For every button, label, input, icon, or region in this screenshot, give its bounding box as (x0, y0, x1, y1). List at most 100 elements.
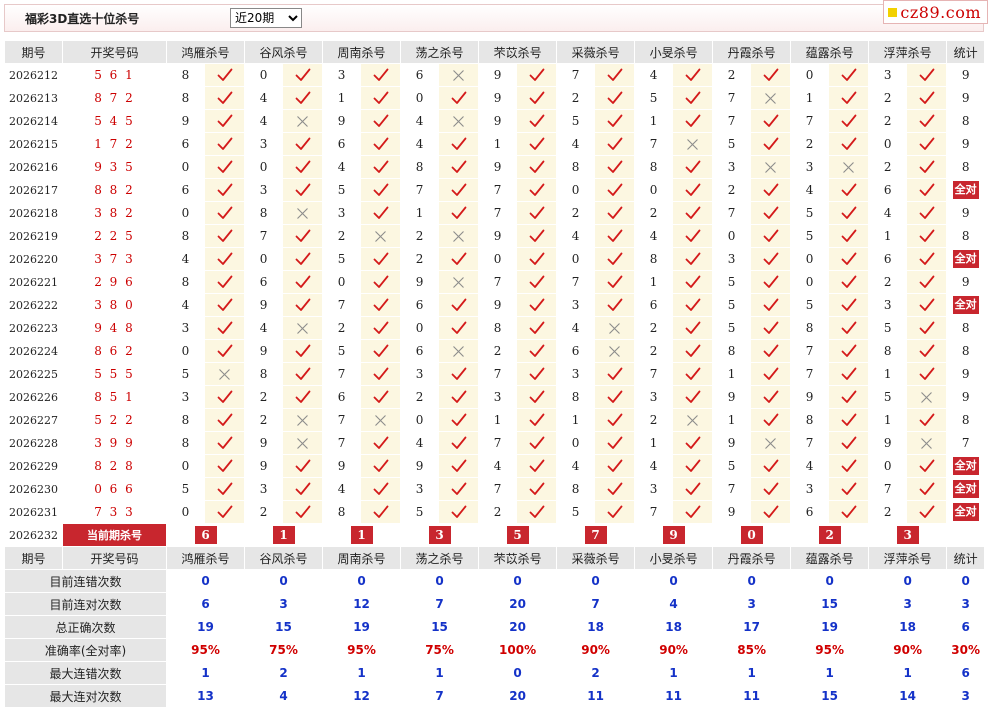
result-mark-cell (906, 316, 948, 340)
summary-value: 4 (634, 592, 714, 616)
result-mark-cell (360, 132, 402, 156)
kill-number-cell: 0 (166, 201, 205, 225)
check-icon (529, 137, 544, 150)
check-icon (607, 413, 622, 426)
draw-number-cell: 9 4 8 (62, 316, 167, 340)
kill-number-cell: 4 (244, 109, 284, 133)
check-icon (919, 482, 935, 495)
check-icon (529, 482, 544, 495)
kill-number-cell: 5 (712, 293, 752, 317)
check-icon (607, 68, 622, 81)
kill-number-cell: 3 (166, 385, 205, 409)
column-header: 小旻杀号 (634, 40, 714, 64)
kill-number-cell: 9 (712, 431, 752, 455)
kill-number-cell: 0 (556, 247, 596, 271)
result-mark-cell (906, 500, 948, 524)
cross-icon (453, 345, 464, 357)
column-header: 蕴露杀号 (790, 40, 870, 64)
kill-number-cell: 4 (556, 316, 596, 340)
kill-number-cell: 2 (634, 339, 674, 363)
kill-number-cell: 1 (478, 132, 518, 156)
check-icon (607, 482, 622, 495)
period-cell: 2026229 (4, 454, 63, 478)
kill-number-cell: 9 (400, 454, 440, 478)
result-mark-cell (203, 339, 246, 363)
check-icon (685, 275, 700, 288)
kill-number-cell: 6 (166, 178, 205, 202)
kill-number-cell: 9 (478, 155, 518, 179)
summary-value: 11 (712, 684, 792, 708)
site-logo[interactable]: cz89.com (883, 0, 988, 24)
column-header: 鸿雁杀号 (165, 40, 246, 64)
draw-number-cell: 9 3 5 (62, 155, 167, 179)
kill-number-cell: 5 (790, 224, 830, 248)
check-icon (451, 160, 466, 173)
result-mark-cell (828, 178, 870, 202)
column-header: 芣苡杀号 (478, 546, 558, 570)
summary-row: 目前连错次数 0 0 0 0 0 0 0 0 0 0 0 (4, 569, 986, 593)
result-mark-cell (203, 201, 246, 225)
period-cell: 2026220 (4, 247, 63, 271)
kill-number-cell: 0 (244, 247, 284, 271)
result-mark-cell (906, 201, 948, 225)
period-cell: 2026219 (4, 224, 63, 248)
summary-value: 1 (634, 661, 714, 685)
result-mark-cell (438, 247, 480, 271)
result-mark-cell (828, 408, 870, 432)
draw-number-cell: 8 8 2 (62, 178, 167, 202)
kill-number-cell: 3 (322, 201, 362, 225)
table-row: 2026223 9 4 83 4 2 0 8 4 2 5 8 5 8 (4, 316, 986, 340)
check-icon (685, 68, 700, 81)
check-icon (217, 344, 232, 357)
summary-value: 95% (165, 638, 246, 662)
check-icon (217, 505, 232, 518)
summary-value: 20 (478, 615, 558, 639)
result-mark-cell (282, 339, 324, 363)
column-header: 丹霞杀号 (712, 546, 792, 570)
kill-number-cell: 1 (868, 224, 908, 248)
check-icon (607, 505, 622, 518)
result-mark-cell (203, 86, 246, 110)
summary-value: 0 (165, 569, 246, 593)
result-mark-cell (360, 293, 402, 317)
check-icon (919, 160, 935, 173)
kill-number-cell: 1 (712, 362, 752, 386)
check-icon (919, 344, 935, 357)
draw-number-cell: 5 5 5 (62, 362, 167, 386)
kill-number-cell: 7 (478, 201, 518, 225)
period-cell: 2026222 (4, 293, 63, 317)
kill-number-cell: 9 (244, 293, 284, 317)
result-mark-cell (516, 454, 558, 478)
period-range-select[interactable]: 近20期 (230, 8, 302, 28)
result-mark-cell (828, 224, 870, 248)
result-mark-cell (516, 431, 558, 455)
result-mark-cell (203, 431, 246, 455)
kill-number-cell: 3 (556, 293, 596, 317)
kill-number-cell: 5 (712, 270, 752, 294)
kill-number-cell: 4 (400, 132, 440, 156)
check-icon (763, 206, 779, 219)
check-icon (685, 505, 700, 518)
summary-value: 0 (946, 569, 986, 593)
summary-value: 6 (165, 592, 246, 616)
stat-cell: 7 (946, 431, 986, 455)
draw-number-cell: 3 8 2 (62, 201, 167, 225)
kill-number-cell: 3 (634, 385, 674, 409)
stat-cell: 全对 (946, 293, 986, 317)
kill-number-cell: 7 (478, 178, 518, 202)
result-mark-cell (750, 224, 792, 248)
cross-icon (765, 437, 776, 449)
summary-value: 20 (478, 592, 558, 616)
kill-number-cell: 2 (790, 132, 830, 156)
kill-number-cell: 0 (790, 270, 830, 294)
cross-icon (765, 161, 776, 173)
kill-number-cell: 3 (712, 155, 752, 179)
check-icon (841, 275, 857, 288)
kill-number-cell: 4 (868, 201, 908, 225)
check-icon (295, 390, 310, 403)
kill-number-cell: 9 (478, 63, 518, 87)
all-correct-badge: 全对 (952, 457, 979, 475)
check-icon (217, 390, 232, 403)
check-icon (373, 436, 388, 449)
kill-number-cell: 9 (790, 385, 830, 409)
